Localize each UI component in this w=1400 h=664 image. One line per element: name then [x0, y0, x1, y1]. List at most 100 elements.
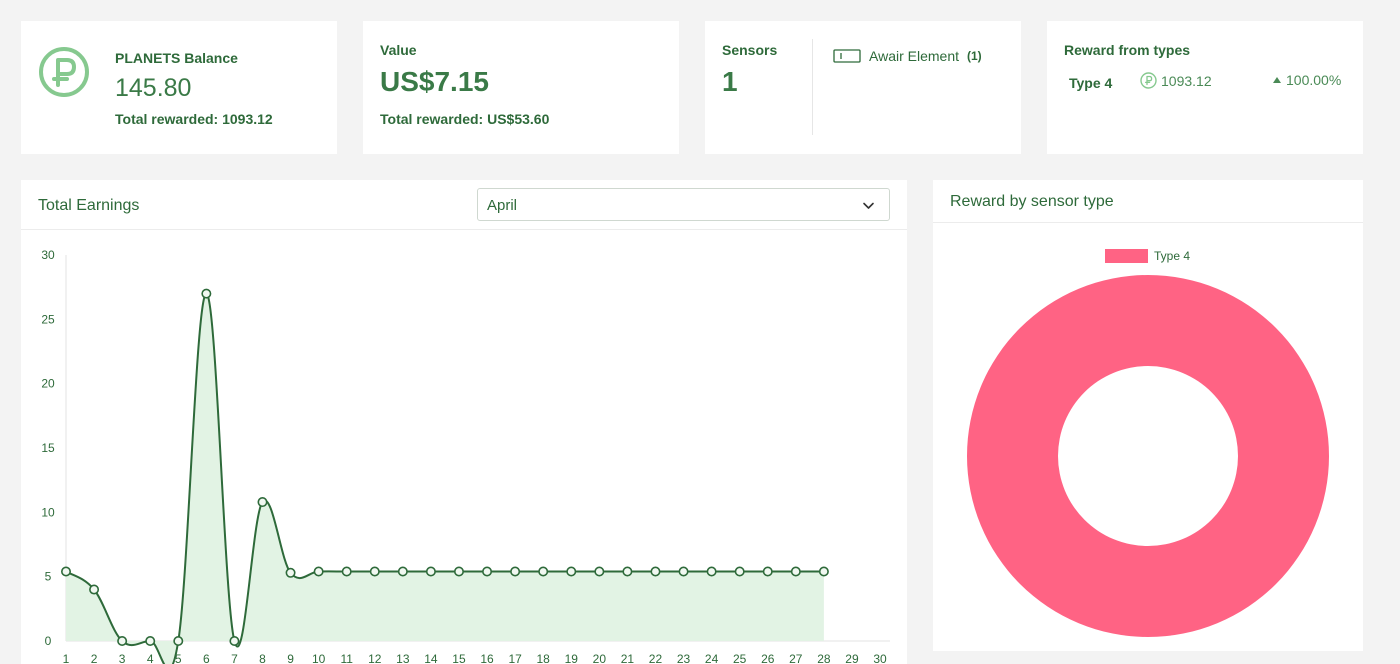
reward-type-amount: 1093.12 [1140, 72, 1212, 89]
earnings-point [229, 635, 240, 646]
earnings-point [313, 566, 324, 577]
x-tick-label: 21 [621, 652, 635, 664]
sensor-device-item[interactable]: Awair Element (1) [833, 48, 982, 64]
x-tick-label: 13 [396, 652, 410, 664]
x-tick-label: 3 [119, 652, 126, 664]
reward-type-amount-value: 1093.12 [1161, 72, 1212, 89]
earnings-point [257, 497, 268, 508]
earnings-point [60, 566, 71, 577]
earnings-point [818, 566, 829, 577]
planets-balance-card: PLANETS Balance 145.80 Total rewarded: 1… [21, 21, 337, 154]
earnings-point [425, 566, 436, 577]
earnings-point [89, 584, 100, 595]
reward-type-percent: 100.00% [1272, 72, 1341, 88]
sensors-title: Sensors [722, 42, 778, 58]
x-tick-label: 28 [817, 652, 831, 664]
earnings-point [762, 566, 773, 577]
sensor-device-icon [833, 49, 861, 63]
x-tick-label: 19 [565, 652, 579, 664]
x-tick-label: 10 [312, 652, 326, 664]
reward-type-label: Type 4 [1069, 75, 1113, 91]
reward-donut-chart: Type 4 [967, 249, 1329, 637]
y-tick-label: 0 [45, 634, 52, 648]
x-tick-label: 30 [873, 652, 887, 664]
value-card: Value US$7.15 Total rewarded: US$53.60 [363, 21, 679, 154]
y-tick-label: 15 [41, 441, 55, 455]
y-tick-label: 30 [41, 248, 55, 262]
earnings-point [678, 566, 689, 577]
sensor-device-label: Awair Element [869, 48, 960, 64]
x-tick-label: 22 [649, 652, 663, 664]
y-tick-label: 5 [45, 570, 52, 584]
earnings-point [369, 566, 380, 577]
chevron-down-icon [863, 202, 874, 209]
earnings-point [145, 635, 156, 646]
x-tick-label: 20 [593, 652, 607, 664]
earnings-point [341, 566, 352, 577]
x-tick-label: 17 [508, 652, 522, 664]
x-tick-label: 15 [452, 652, 466, 664]
value-amount: US$7.15 [380, 66, 489, 97]
x-tick-label: 8 [259, 652, 266, 664]
x-tick-label: 26 [761, 652, 775, 664]
x-tick-label: 14 [424, 652, 438, 664]
legend-label: Type 4 [1154, 249, 1190, 263]
earnings-point [510, 566, 521, 577]
earnings-point [453, 566, 464, 577]
earnings-point [173, 635, 184, 646]
sensors-count: 1 [722, 66, 738, 97]
earnings-point [622, 566, 633, 577]
sensors-card: Sensors 1 Awair Element (1) [705, 21, 1021, 154]
earnings-point [117, 635, 128, 646]
earnings-point [706, 566, 717, 577]
donut-slice-type-4 [967, 275, 1329, 637]
earnings-point [538, 566, 549, 577]
balance-amount: 145.80 [115, 74, 192, 102]
value-title: Value [380, 42, 417, 58]
x-tick-label: 2 [91, 652, 98, 664]
x-tick-label: 27 [789, 652, 803, 664]
x-tick-label: 11 [340, 652, 353, 664]
earnings-point [397, 566, 408, 577]
x-tick-label: 1 [63, 652, 70, 664]
reward-sensor-title: Reward by sensor type [950, 193, 1114, 210]
x-tick-label: 12 [368, 652, 382, 664]
reward-by-sensor-type-card: Reward by sensor type Type 4 [933, 180, 1363, 651]
x-tick-label: 16 [480, 652, 494, 664]
x-tick-label: 25 [733, 652, 747, 664]
earnings-point [650, 566, 661, 577]
earnings-point [790, 566, 801, 577]
x-tick-label: 6 [203, 652, 210, 664]
planets-logo-icon [39, 47, 89, 97]
reward-sensor-header: Reward by sensor type [933, 180, 1363, 223]
earnings-point [566, 566, 577, 577]
x-tick-label: 9 [287, 652, 294, 664]
earnings-title: Total Earnings [38, 197, 140, 214]
x-tick-label: 24 [705, 652, 719, 664]
sensor-device-count: (1) [967, 49, 982, 63]
earnings-line-chart: 0510152025301 2 3 4 5 6 7 8 9 10 11 12 13 14 15 16 17 18 1… [41, 248, 891, 664]
month-select[interactable]: April [477, 188, 890, 221]
y-tick-label: 10 [41, 505, 55, 519]
sensors-divider [812, 39, 813, 135]
month-select-value: April [487, 197, 518, 214]
y-tick-label: 20 [41, 377, 55, 391]
reward-from-types-card: Reward from types Type 4 1093.12 100.00% [1047, 21, 1363, 154]
planets-coin-icon [1140, 72, 1157, 89]
balance-total-rewarded: Total rewarded: 1093.12 [115, 111, 273, 127]
earnings-point [201, 288, 212, 299]
x-tick-label: 4 [147, 652, 154, 664]
x-tick-label: 18 [537, 652, 551, 664]
reward-types-title: Reward from types [1064, 42, 1191, 58]
x-tick-label: 23 [677, 652, 691, 664]
earnings-point [482, 566, 493, 577]
earnings-point [734, 566, 745, 577]
earnings-point [594, 566, 605, 577]
x-tick-label: 29 [845, 652, 859, 664]
earnings-area-fill [66, 293, 824, 664]
earnings-header: Total Earnings April [21, 180, 907, 230]
y-tick-label: 25 [41, 312, 55, 326]
earnings-point [285, 567, 296, 578]
reward-type-percent-value: 100.00% [1286, 72, 1342, 88]
legend-swatch [1105, 249, 1148, 263]
